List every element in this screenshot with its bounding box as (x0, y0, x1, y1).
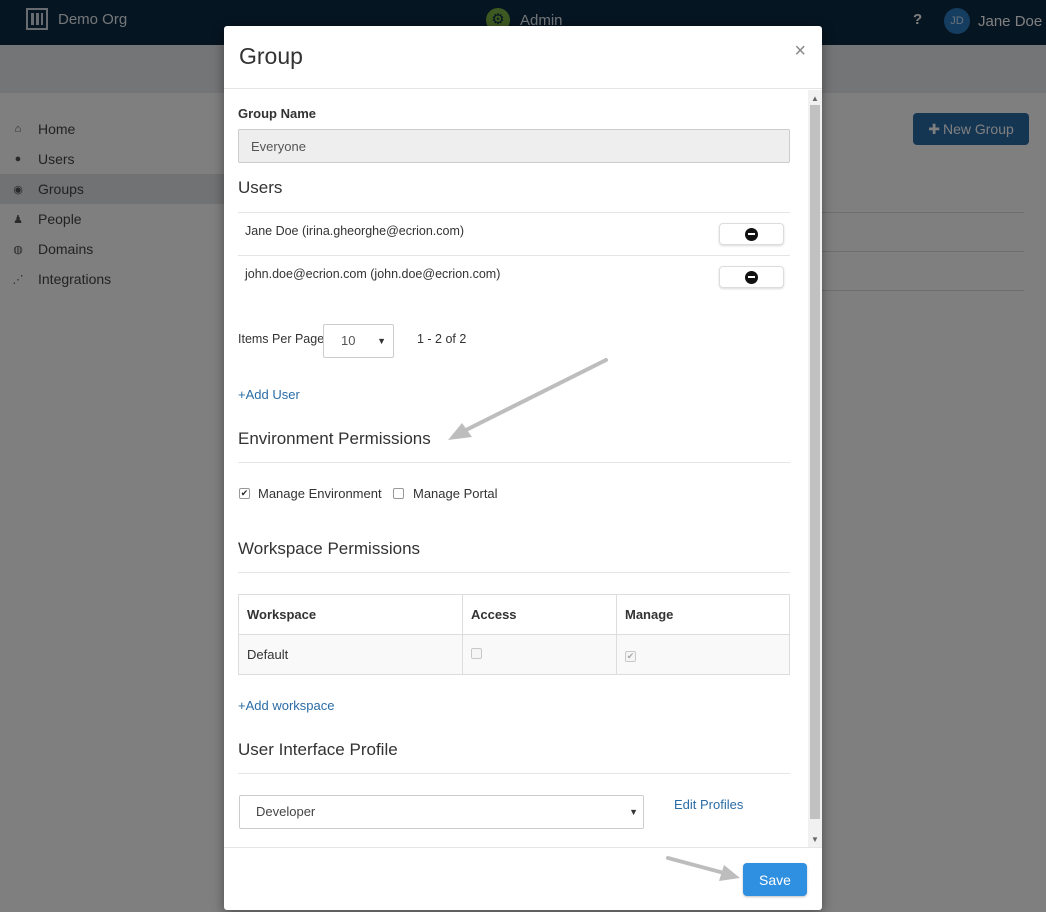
edit-profiles-link[interactable]: Edit Profiles (674, 797, 743, 812)
caret-down-icon: ▼ (377, 336, 386, 346)
table-header-row: Workspace Access Manage (238, 594, 790, 635)
env-permissions-heading: Environment Permissions (238, 429, 431, 448)
access-cell (462, 634, 617, 675)
save-button[interactable]: Save (743, 863, 807, 896)
divider (238, 462, 790, 463)
items-per-page-label: Items Per Page (238, 332, 325, 346)
ws-permissions-heading: Workspace Permissions (238, 539, 421, 558)
pagination-range: 1 - 2 of 2 (417, 332, 467, 346)
manage-checkbox[interactable]: ✔ (625, 651, 636, 662)
modal-header: Group × (224, 26, 822, 89)
remove-user-button[interactable] (719, 266, 784, 288)
table-row: Default ✔ (238, 634, 790, 675)
remove-user-button[interactable] (719, 223, 784, 245)
user-entry: john.doe@ecrion.com (john.doe@ecrion.com… (245, 267, 501, 281)
minus-circle-icon (745, 270, 758, 284)
add-workspace-link[interactable]: +Add workspace (238, 698, 334, 713)
items-per-page-select[interactable]: 10 ▼ (323, 324, 394, 358)
table-row: john.doe@ecrion.com (john.doe@ecrion.com… (238, 255, 790, 298)
caret-down-icon: ▼ (629, 807, 638, 817)
column-header-access: Access (462, 594, 617, 635)
scroll-up-icon[interactable]: ▲ (811, 94, 819, 103)
workspace-name: Default (238, 634, 463, 675)
group-name-input[interactable] (238, 129, 790, 163)
modal-footer: Save (224, 847, 822, 910)
group-name-label: Group Name (238, 106, 317, 121)
users-heading: Users (238, 178, 283, 197)
items-per-page-value: 10 (341, 333, 356, 348)
ui-profile-select[interactable]: Developer ▼ (239, 795, 644, 829)
manage-environment-checkbox[interactable]: ✔ (239, 488, 250, 499)
divider (238, 572, 790, 573)
divider (238, 773, 790, 774)
manage-cell: ✔ (616, 634, 790, 675)
add-user-link[interactable]: +Add User (238, 387, 300, 402)
modal-title: Group (239, 43, 303, 69)
modal-body: Group Name Users Jane Doe (irina.gheorgh… (224, 90, 822, 847)
manage-portal-label: Manage Portal (413, 486, 498, 501)
ui-profile-heading: User Interface Profile (238, 740, 398, 759)
table-row: Jane Doe (irina.gheorghe@ecrion.com) (238, 212, 790, 255)
minus-circle-icon (745, 227, 758, 241)
ui-profile-value: Developer (256, 804, 316, 819)
column-header-workspace: Workspace (238, 594, 463, 635)
scroll-down-icon[interactable]: ▼ (811, 835, 819, 844)
column-header-manage: Manage (616, 594, 790, 635)
group-dialog: Group × Group Name Users Jane Doe (irina… (224, 26, 822, 910)
access-checkbox[interactable] (471, 648, 482, 659)
manage-portal-checkbox[interactable] (393, 488, 404, 499)
modal-scrollbar[interactable]: ▲ ▼ (808, 90, 822, 847)
manage-environment-label: Manage Environment (258, 486, 382, 501)
workspace-permissions-table: Workspace Access Manage Default ✔ (238, 594, 790, 675)
user-entry: Jane Doe (irina.gheorghe@ecrion.com) (245, 224, 465, 238)
close-icon[interactable]: × (794, 40, 806, 63)
scrollbar-thumb[interactable] (810, 105, 820, 819)
